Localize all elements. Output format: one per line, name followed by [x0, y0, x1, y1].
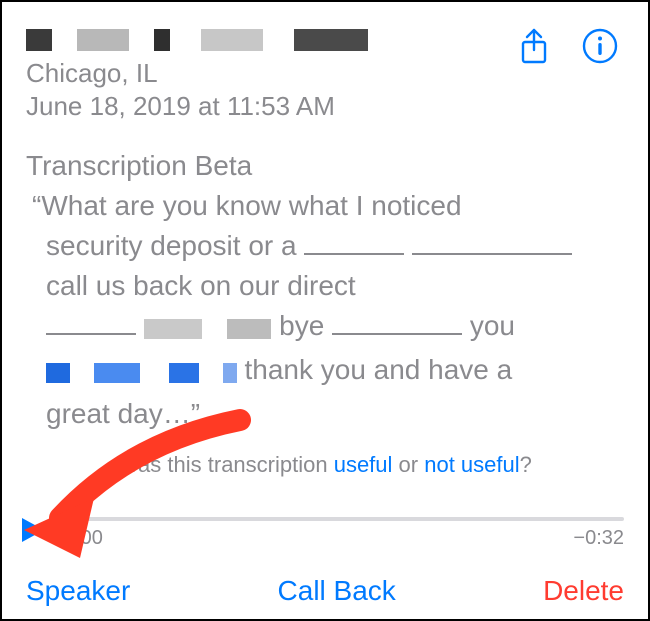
header-actions: [514, 20, 624, 66]
share-icon[interactable]: [514, 26, 554, 66]
t-you: you: [462, 310, 515, 341]
caller-name: [26, 22, 496, 54]
t-bye: bye: [271, 310, 332, 341]
t-line5: thank you and have a: [237, 354, 513, 385]
scrubber-track: [64, 517, 624, 521]
playback-row: 0:00 −0:32: [20, 511, 624, 549]
remaining-time: −0:32: [573, 527, 624, 550]
caller-datetime: June 18, 2019 at 11:53 AM: [26, 91, 496, 122]
blank-3: [46, 322, 136, 335]
transcription-body: “What are you know what I noticed securi…: [26, 186, 624, 434]
redacted-gray-1: [144, 310, 272, 350]
blank-2: [412, 242, 572, 255]
header: Chicago, IL June 18, 2019 at 11:53 AM: [26, 20, 624, 122]
fb-q: ?: [520, 452, 532, 477]
fb-or: or: [392, 452, 424, 477]
feedback-useful-link[interactable]: useful: [334, 452, 393, 477]
speaker-button[interactable]: Speaker: [26, 575, 130, 607]
caller-block: Chicago, IL June 18, 2019 at 11:53 AM: [26, 20, 496, 122]
t-line6: great day…”: [32, 394, 618, 434]
elapsed-time: 0:00: [64, 527, 103, 550]
blank-1: [304, 242, 404, 255]
play-button[interactable]: [20, 516, 48, 544]
voicemail-detail-card: Chicago, IL June 18, 2019 at 11:53 AM Tr…: [0, 0, 650, 621]
bottom-actions: Speaker Call Back Delete: [26, 575, 624, 607]
call-back-button[interactable]: Call Back: [278, 575, 396, 607]
t-line1: What are you know what I noticed: [41, 190, 461, 221]
info-icon[interactable]: [580, 26, 620, 66]
t-line2a: security deposit or a: [46, 230, 304, 261]
delete-button[interactable]: Delete: [543, 575, 624, 607]
transcription-feedback: Was this transcription useful or not use…: [26, 452, 624, 478]
caller-location: Chicago, IL: [26, 58, 496, 89]
fb-prefix: Was this transcription: [118, 452, 334, 477]
blank-4: [332, 322, 462, 335]
open-quote: “: [32, 190, 41, 221]
feedback-not-useful-link[interactable]: not useful: [424, 452, 519, 477]
scrubber[interactable]: 0:00 −0:32: [64, 511, 624, 549]
t-line3: call us back on our direct: [32, 266, 618, 306]
redacted-blue-1: [46, 354, 237, 394]
transcription-section-label: Transcription Beta: [26, 150, 624, 182]
